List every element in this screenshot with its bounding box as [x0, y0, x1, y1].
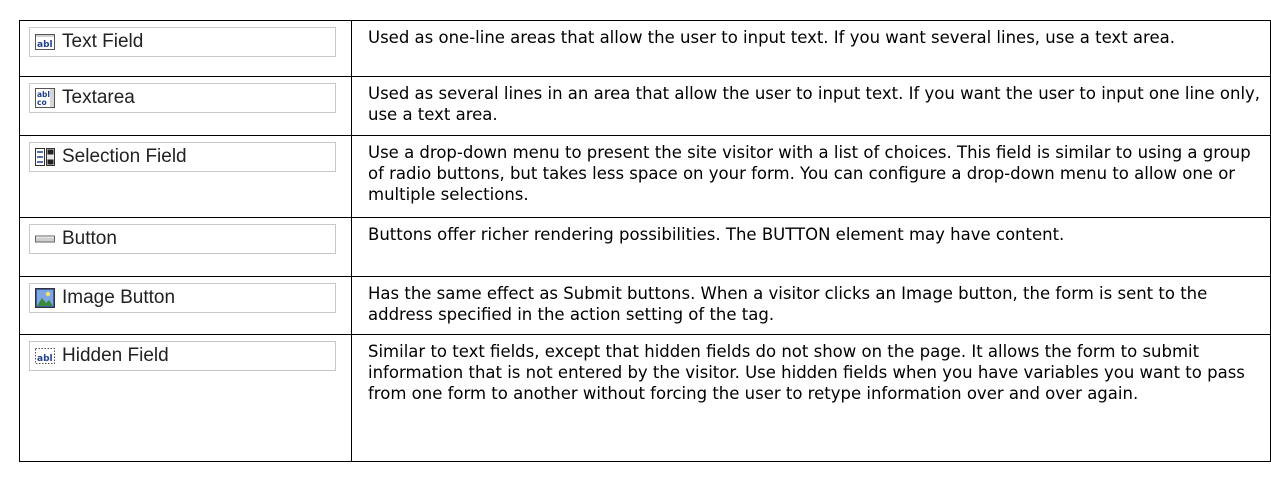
svg-text:abl: abl — [37, 40, 53, 50]
field-name-label: Image Button — [62, 287, 176, 308]
field-name-cell: abl co Textarea — [19, 76, 352, 136]
field-name-label: Hidden Field — [62, 345, 169, 366]
svg-text:abl: abl — [37, 354, 53, 364]
image-button-chip: Image Button — [29, 283, 336, 313]
field-name-cell: abl Text Field — [19, 20, 352, 77]
button-icon — [35, 229, 55, 249]
field-description: Use a drop-down menu to present the site… — [351, 135, 1271, 218]
field-description: Used as one-line areas that allow the us… — [351, 20, 1271, 77]
field-name-cell: Image Button — [19, 276, 352, 335]
selection-field-chip: Selection Field — [29, 142, 336, 172]
text-field-icon: abl — [35, 32, 55, 52]
textarea-chip: abl co Textarea — [29, 83, 336, 113]
field-name-cell: Button — [19, 217, 352, 277]
table-row: Selection Field Use a drop-down menu to … — [19, 135, 1271, 218]
table-row: abl Hidden Field Similar to text fields,… — [19, 334, 1271, 462]
image-button-icon — [35, 288, 55, 308]
field-name-cell: abl Hidden Field — [19, 334, 352, 462]
selection-field-icon — [35, 147, 55, 167]
field-description: Similar to text fields, except that hidd… — [351, 334, 1271, 462]
table-row: Button Buttons offer richer rendering po… — [19, 217, 1271, 277]
button-chip: Button — [29, 224, 336, 254]
hidden-field-chip: abl Hidden Field — [29, 341, 336, 371]
table-row: Image Button Has the same effect as Subm… — [19, 276, 1271, 335]
field-name-label: Text Field — [62, 31, 144, 52]
field-name-label: Button — [62, 228, 117, 249]
table-row: abl Text Field Used as one-line areas th… — [19, 20, 1271, 77]
field-description: Buttons offer richer rendering possibili… — [351, 217, 1271, 277]
field-name-label: Selection Field — [62, 146, 187, 167]
field-description: Has the same effect as Submit buttons. W… — [351, 276, 1271, 335]
field-name-label: Textarea — [62, 87, 135, 108]
hidden-field-icon: abl — [35, 346, 55, 366]
textarea-icon: abl co — [35, 88, 55, 108]
field-name-cell: Selection Field — [19, 135, 352, 218]
svg-text:co: co — [37, 98, 47, 107]
field-description: Used as several lines in an area that al… — [351, 76, 1271, 136]
text-field-chip: abl Text Field — [29, 27, 336, 57]
form-fields-table: abl Text Field Used as one-line areas th… — [19, 20, 1271, 462]
table-row: abl co Textarea Used as several lines in… — [19, 76, 1271, 136]
